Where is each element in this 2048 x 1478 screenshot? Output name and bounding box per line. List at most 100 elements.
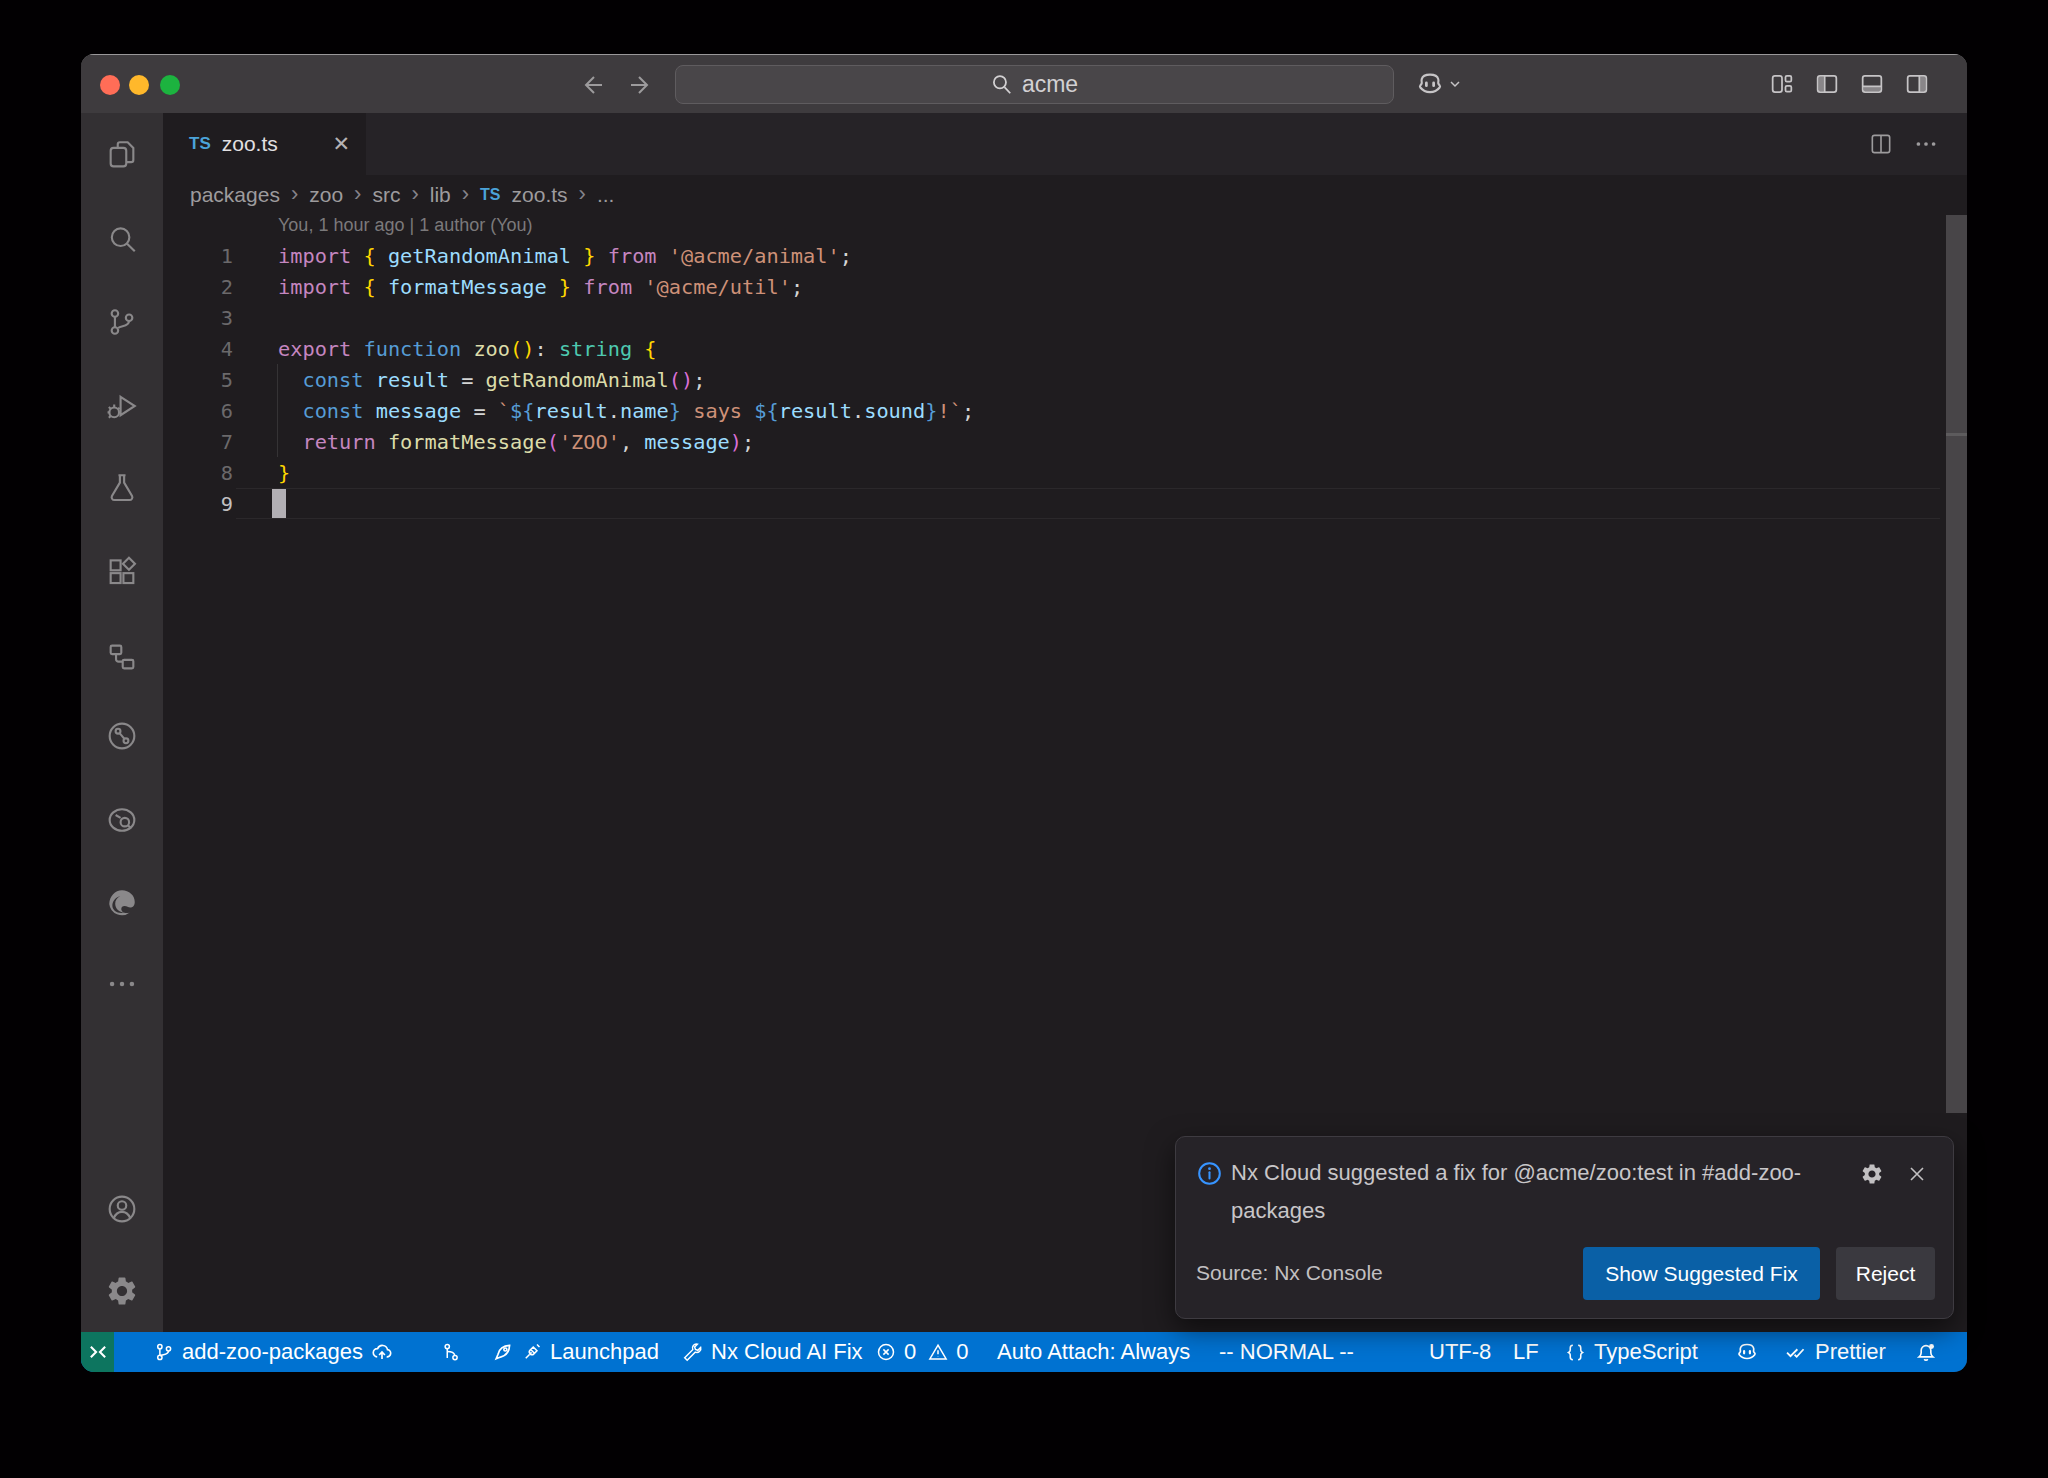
code-line[interactable]: 9	[163, 488, 1967, 519]
close-window-button[interactable]	[100, 75, 120, 95]
breadcrumb-separator: ›	[462, 181, 469, 207]
code-text: const message = `${result.name} says ${r…	[278, 399, 974, 423]
toast-settings-gear-icon[interactable]	[1860, 1162, 1884, 1186]
explorer-icon[interactable]	[105, 138, 139, 172]
wrench-icon	[681, 1341, 703, 1363]
chevron-down-icon	[1447, 76, 1463, 92]
source-control-icon[interactable]	[105, 305, 139, 339]
status-bar: add-zoo-packages Launchpad Nx Cloud AI F…	[81, 1332, 1967, 1372]
git-blame-lens[interactable]: You, 1 hour ago | 1 author (You)	[278, 215, 533, 236]
activity-bar	[81, 113, 163, 1332]
testing-icon[interactable]	[105, 471, 139, 505]
breadcrumb-separator: ›	[291, 181, 298, 207]
graph-status-item[interactable]	[441, 1332, 461, 1372]
launchpad-rocket-icon	[492, 1341, 514, 1363]
breadcrumb-separator: ›	[354, 181, 361, 207]
code-text: const result = getRandomAnimal();	[278, 368, 705, 392]
run-debug-icon[interactable]	[105, 389, 139, 423]
code-line[interactable]: 7 return formatMessage('ZOO', message);	[163, 426, 1967, 457]
command-center-search[interactable]: acme	[675, 65, 1394, 104]
branch-status-item[interactable]: add-zoo-packages	[154, 1332, 393, 1372]
tab-close-icon[interactable]: ✕	[332, 132, 350, 156]
code-line[interactable]: 5 const result = getRandomAnimal();	[163, 364, 1967, 395]
editor-scrollbar[interactable]	[1946, 215, 1967, 1113]
breadcrumb-item[interactable]: lib	[430, 183, 451, 207]
remote-indicator[interactable]	[81, 1332, 114, 1372]
tab-label: zoo.ts	[222, 132, 278, 156]
breadcrumb-item[interactable]: zoo.ts	[512, 183, 568, 207]
breadcrumb-item[interactable]: ...	[597, 183, 615, 207]
code-line[interactable]: 4export function zoo(): string {	[163, 333, 1967, 364]
accounts-icon[interactable]	[105, 1192, 139, 1226]
search-value: acme	[1022, 71, 1078, 98]
remote-icon	[87, 1341, 109, 1363]
remote-explorer-icon[interactable]	[105, 640, 139, 674]
breadcrumb-item[interactable]: src	[372, 183, 400, 207]
split-editor-icon[interactable]	[1868, 131, 1894, 157]
launchpad-status-item[interactable]: Launchpad	[492, 1332, 659, 1372]
more-views-icon[interactable]	[105, 967, 139, 1001]
minimize-window-button[interactable]	[129, 75, 149, 95]
breadcrumb-separator: ›	[411, 181, 418, 207]
settings-gear-icon[interactable]	[105, 1274, 139, 1308]
edge-browser-icon[interactable]	[105, 886, 139, 920]
bell-icon	[1915, 1341, 1937, 1363]
launchpad-label: Launchpad	[550, 1339, 659, 1365]
line-number: 2	[163, 275, 233, 299]
search-icon	[991, 74, 1013, 96]
vim-mode-label: -- NORMAL --	[1219, 1339, 1354, 1365]
code-text: export function zoo(): string {	[278, 337, 657, 361]
toast-message: Nx Cloud suggested a fix for @acme/zoo:t…	[1231, 1154, 1851, 1230]
line-number: 5	[163, 368, 233, 392]
code-line[interactable]: 2import { formatMessage } from '@acme/ut…	[163, 271, 1967, 302]
back-arrow-icon[interactable]	[579, 70, 609, 100]
search-view-icon[interactable]	[105, 223, 139, 257]
breadcrumb-item[interactable]: packages	[190, 183, 280, 207]
braces-icon	[1565, 1342, 1586, 1363]
code-line[interactable]: 8}	[163, 457, 1967, 488]
warnings-icon	[928, 1342, 948, 1362]
nx-console-icon[interactable]	[105, 719, 139, 753]
customize-layout-icon[interactable]	[1768, 70, 1796, 98]
line-number: 7	[163, 430, 233, 454]
prettier-status-item[interactable]: Prettier	[1785, 1332, 1886, 1372]
code-text: return formatMessage('ZOO', message);	[278, 430, 754, 454]
problems-status-item[interactable]: 0 0	[876, 1332, 969, 1372]
breadcrumbs: packages›zoo›src›lib›TSzoo.ts›...	[163, 175, 1967, 215]
forward-arrow-icon[interactable]	[624, 70, 654, 100]
reject-button[interactable]: Reject	[1836, 1247, 1935, 1300]
nx-cloud-icon[interactable]	[105, 803, 139, 837]
copilot-status-icon	[1735, 1340, 1759, 1364]
line-number: 3	[163, 306, 233, 330]
toast-close-icon[interactable]	[1905, 1162, 1929, 1186]
tab-bar: TS zoo.ts ✕	[163, 113, 1967, 175]
nx-cloud-fix-label: Nx Cloud AI Fix	[711, 1339, 863, 1365]
toggle-panel-icon[interactable]	[1858, 70, 1886, 98]
title-bar: acme	[81, 54, 1967, 113]
notifications-status-item[interactable]	[1915, 1332, 1937, 1372]
toggle-secondary-sidebar-icon[interactable]	[1903, 70, 1931, 98]
code-line[interactable]: 1import { getRandomAnimal } from '@acme/…	[163, 240, 1967, 271]
tab-zoo-ts[interactable]: TS zoo.ts ✕	[163, 113, 366, 175]
code-line[interactable]: 6 const message = `${result.name} says $…	[163, 395, 1967, 426]
editor-more-actions-icon[interactable]	[1913, 131, 1939, 157]
eol-status-item[interactable]: LF	[1513, 1332, 1539, 1372]
vim-mode-status-item[interactable]: -- NORMAL --	[1219, 1332, 1354, 1372]
nx-cloud-fix-status-item[interactable]: Nx Cloud AI Fix	[681, 1332, 863, 1372]
errors-icon	[876, 1342, 896, 1362]
publish-cloud-icon	[371, 1341, 393, 1363]
encoding-status-item[interactable]: UTF-8	[1429, 1332, 1491, 1372]
toggle-primary-sidebar-icon[interactable]	[1813, 70, 1841, 98]
copilot-menu[interactable]	[1415, 69, 1463, 99]
show-suggested-fix-button[interactable]: Show Suggested Fix	[1583, 1247, 1820, 1300]
maximize-window-button[interactable]	[160, 75, 180, 95]
auto-attach-status-item[interactable]: Auto Attach: Always	[997, 1332, 1190, 1372]
breadcrumb-separator: ›	[579, 181, 586, 207]
breadcrumb-item[interactable]: zoo	[309, 183, 343, 207]
copilot-status-item[interactable]	[1735, 1332, 1759, 1372]
code-line[interactable]: 3	[163, 302, 1967, 333]
extensions-icon[interactable]	[105, 555, 139, 589]
line-number: 8	[163, 461, 233, 485]
language-status-item[interactable]: TypeScript	[1565, 1332, 1698, 1372]
info-icon	[1197, 1161, 1222, 1186]
